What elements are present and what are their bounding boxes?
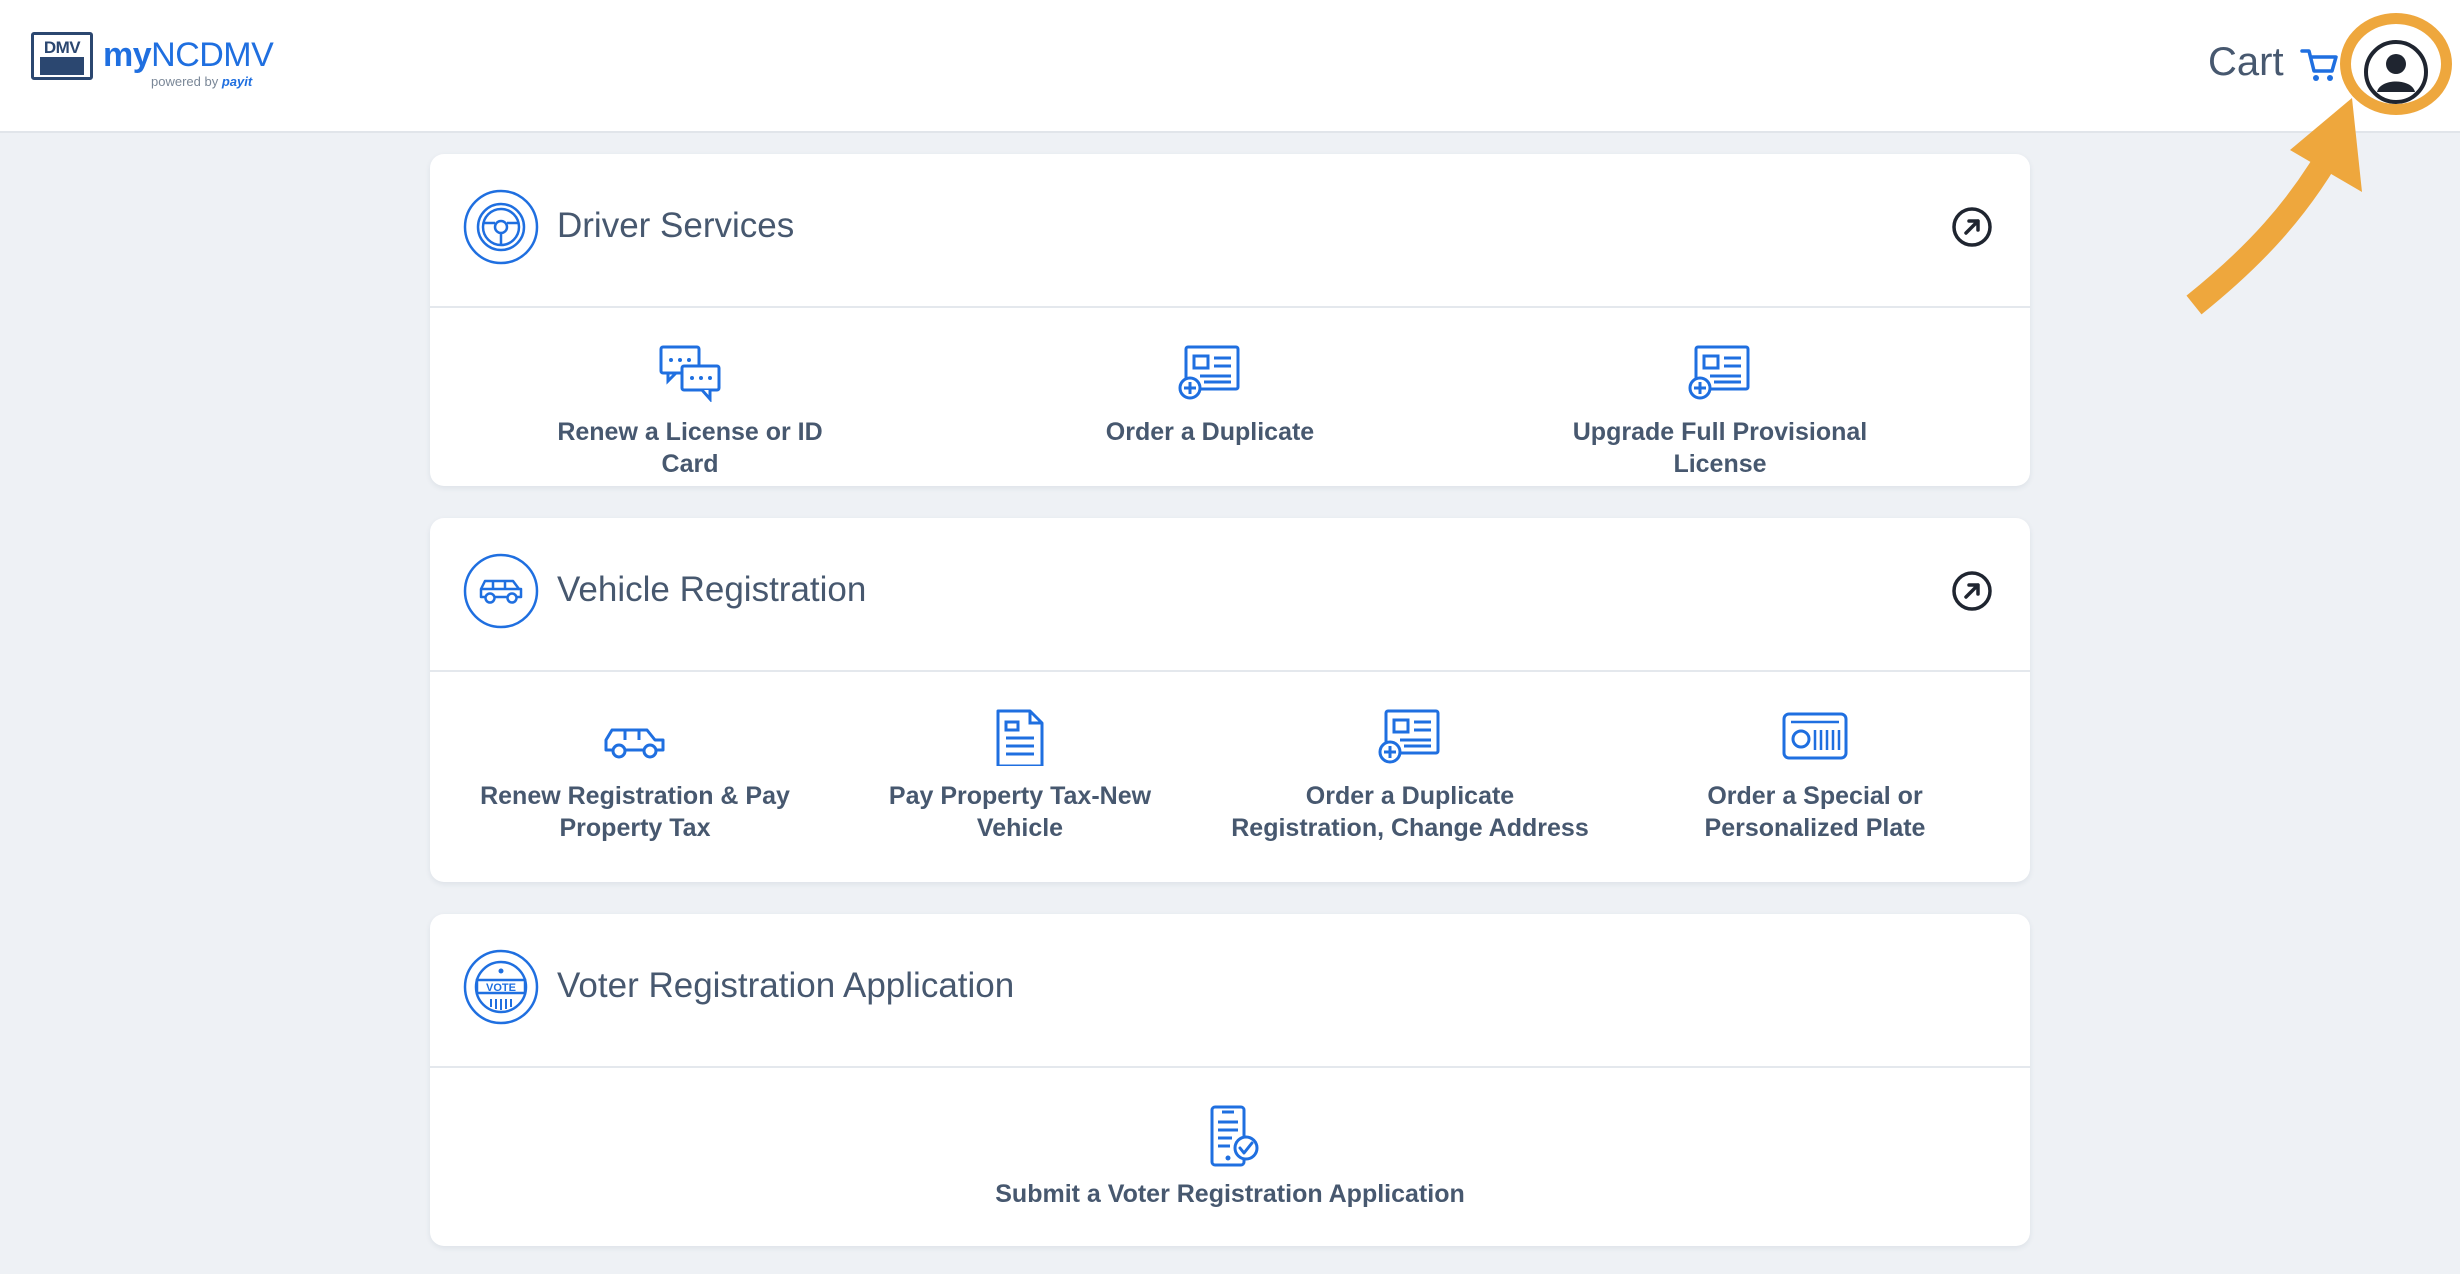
service-label: Order a Duplicate: [1105, 418, 1315, 446]
id-card-add-icon: [1178, 345, 1240, 400]
service-label-line2: Personalized Plate: [1704, 814, 1926, 842]
service-order-duplicate[interactable]: Order a Duplicate: [1050, 344, 1370, 448]
card-header: VOTE Voter Registration Application: [430, 914, 2030, 1068]
service-label: Submit a Voter Registration Application: [995, 1180, 1465, 1208]
dmv-logo-box: DMV: [31, 32, 93, 80]
section-title: Driver Services: [557, 206, 795, 245]
open-external-icon[interactable]: [1951, 570, 1993, 612]
voter-registration-card: VOTE Voter Registration Application Subm…: [430, 914, 2030, 1246]
section-title: Voter Registration Application: [557, 966, 1015, 1005]
cart-link[interactable]: Cart: [2208, 40, 2284, 85]
vote-badge-text: VOTE: [486, 982, 516, 994]
service-upgrade-provisional[interactable]: Upgrade Full Provisional License: [1530, 344, 1910, 480]
brand-name: myNCDMV: [103, 36, 274, 74]
service-label: Order a Duplicate: [1305, 782, 1515, 810]
service-label: Order a Special or: [1707, 782, 1923, 810]
service-label: Upgrade Full Provisional License: [1572, 418, 1868, 478]
card-header: Driver Services: [430, 154, 2030, 308]
document-icon: [996, 709, 1044, 766]
license-plate-icon: [1782, 712, 1848, 760]
service-special-plate[interactable]: Order a Special or Personalized Plate: [1650, 708, 1980, 844]
service-label-line2: Registration, Change Address: [1231, 814, 1589, 842]
steering-wheel-icon: [463, 189, 539, 265]
service-duplicate-registration[interactable]: Order a Duplicate Registration, Change A…: [1230, 708, 1590, 844]
service-label: Renew a License or ID Card: [557, 418, 823, 478]
car-icon: [463, 553, 539, 629]
top-header: DMV myNCDMV powered by payit Cart: [0, 0, 2460, 133]
service-label: Renew Registration & Pay: [480, 782, 790, 810]
car-icon: [604, 728, 665, 759]
service-pay-property-tax[interactable]: Pay Property Tax-New Vehicle: [850, 708, 1190, 844]
id-card-add-icon: [1378, 709, 1440, 764]
phone-checklist-icon: [1210, 1105, 1259, 1167]
powered-by: powered by payit: [151, 74, 253, 89]
service-renew-license[interactable]: Renew a License or ID Card: [530, 344, 850, 480]
service-renew-registration[interactable]: Renew Registration & Pay Property Tax: [470, 708, 800, 844]
cart-icon[interactable]: [2300, 47, 2340, 83]
service-voter-registration[interactable]: Submit a Voter Registration Application: [990, 1104, 1470, 1210]
vote-badge-icon: VOTE: [463, 949, 539, 1025]
vehicle-registration-card: Vehicle Registration Renew Registration …: [430, 518, 2030, 882]
card-header: Vehicle Registration: [430, 518, 2030, 672]
service-label: Pay Property Tax-New Vehicle: [888, 782, 1152, 842]
service-label-line2: Property Tax: [559, 814, 711, 842]
pointer-arrow: [2186, 98, 2362, 315]
open-external-icon[interactable]: [1951, 206, 1993, 248]
driver-services-card: Driver Services Renew a License or ID Ca…: [430, 154, 2030, 486]
chat-bubbles-icon: [659, 345, 721, 402]
id-card-add-icon: [1688, 345, 1750, 400]
section-title: Vehicle Registration: [557, 570, 867, 609]
